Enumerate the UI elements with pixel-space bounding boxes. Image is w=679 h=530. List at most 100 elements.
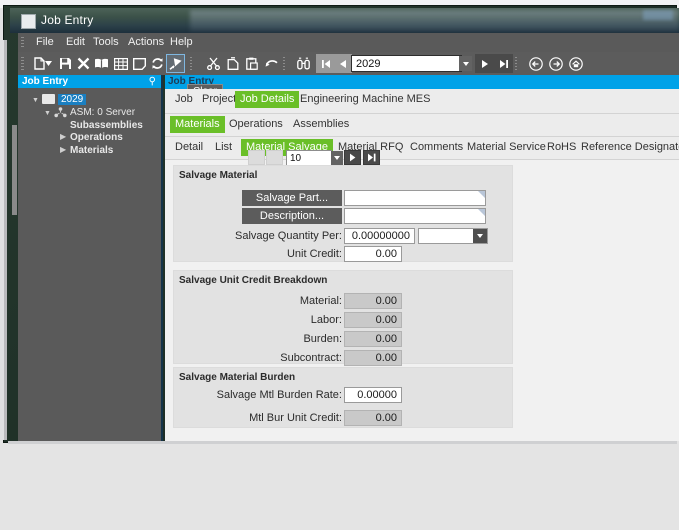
window-left-edge-inner <box>4 40 7 440</box>
salvage-part-input[interactable] <box>344 190 486 206</box>
home-icon[interactable] <box>566 54 585 73</box>
toolbar-separator-3 <box>515 57 517 70</box>
unit-credit-label: Unit Credit: <box>286 248 342 260</box>
window-title: Job Entry <box>41 13 94 27</box>
sidebar-header-label: Job Entry <box>22 76 69 87</box>
window-bottom-edge <box>8 441 677 444</box>
salvage-uom-dropdown-icon[interactable] <box>473 229 487 243</box>
tab-reference-designators[interactable]: Reference Designators <box>576 139 679 156</box>
tab-list[interactable]: List <box>210 139 237 156</box>
search-icon[interactable] <box>294 54 313 73</box>
tab-materials[interactable]: Materials <box>170 116 225 133</box>
salvage-description-corner-marker <box>478 209 485 216</box>
tree-item-operations[interactable]: Operations <box>70 132 123 143</box>
breakdown-labor-value: 0.00 <box>375 314 397 326</box>
menu-file[interactable]: File <box>36 36 54 48</box>
salvage-part-corner-marker <box>478 191 485 198</box>
tab-assemblies[interactable]: Assemblies <box>288 116 354 133</box>
menubar-grip[interactable] <box>21 37 24 49</box>
tab-engineering[interactable]: Engineering <box>295 91 364 108</box>
titlebar-ghost-overlay <box>190 10 679 31</box>
breakdown-subcontract-value-field: 0.00 <box>344 350 402 366</box>
menu-help[interactable]: Help <box>170 36 193 48</box>
window-minimize-button[interactable] <box>643 10 673 20</box>
record-nav-last-button[interactable] <box>363 150 380 165</box>
sidebar-header: Job Entry ⚲ <box>18 75 161 88</box>
breakdown-labor-value-field: 0.00 <box>344 312 402 328</box>
tab-machine-mes[interactable]: Machine MES <box>357 91 435 108</box>
tree-expander-materials[interactable]: ▶ <box>60 145 66 154</box>
delete-icon[interactable] <box>74 54 93 73</box>
tab-divider-3 <box>165 159 679 160</box>
tab-operations[interactable]: Operations <box>224 116 288 133</box>
tree-expander-asm[interactable]: ▼ <box>44 110 51 117</box>
tab-detail[interactable]: Detail <box>170 139 208 156</box>
mtl-bur-unit-credit-value-field: 0.00 <box>344 410 402 426</box>
breakdown-burden-value-field: 0.00 <box>344 331 402 347</box>
pin-icon[interactable]: ⚲ <box>149 76 156 87</box>
mtl-bur-unit-credit-label: Mtl Bur Unit Credit: <box>249 412 342 424</box>
tree-item-materials[interactable]: Materials <box>70 145 113 156</box>
breakdown-material-value: 0.00 <box>375 295 397 307</box>
nav-next-button[interactable] <box>475 54 494 73</box>
tab-job-details[interactable]: Job Details <box>235 91 300 108</box>
group-salvage-material-title: Salvage Material <box>179 170 258 181</box>
assembly-icon <box>54 107 67 118</box>
salvage-quantity-per-value: 0.00000000 <box>351 230 410 242</box>
record-key-dropdown-icon[interactable] <box>459 56 472 71</box>
grid-icon[interactable] <box>111 54 130 73</box>
breakdown-burden-label: Burden: <box>303 333 342 345</box>
salvage-mtl-burden-rate-input[interactable]: 0.00000 <box>344 387 402 403</box>
window-icon <box>21 14 36 29</box>
salvage-mtl-burden-rate-label: Salvage Mtl Burden Rate: <box>216 389 342 401</box>
toolbar-separator-2 <box>283 57 285 70</box>
paste-icon[interactable] <box>242 54 261 73</box>
salvage-quantity-per-input[interactable]: 0.00000000 <box>344 228 415 244</box>
salvage-description-lookup-button[interactable]: Description... <box>242 208 342 224</box>
tree-expander-operations[interactable]: ▶ <box>60 132 66 141</box>
unit-credit-value: 0.00 <box>375 248 397 260</box>
job-entry-window: Job Entry File Edit Tools Actions Help 2… <box>10 8 679 441</box>
tab-row-level3: Detail List Material Salvage Material RF… <box>165 137 679 159</box>
refresh-icon[interactable] <box>148 54 167 73</box>
tab-material-service[interactable]: Material Service <box>462 139 551 156</box>
group-material-burden-title: Salvage Material Burden <box>179 372 296 383</box>
new-dropdown-icon[interactable] <box>44 54 53 73</box>
save-icon[interactable] <box>56 54 75 73</box>
tree-item-subassemblies[interactable]: Subassemblies <box>70 120 143 131</box>
clear-icon[interactable] <box>166 54 185 73</box>
tree-item-job[interactable]: 2029 <box>58 94 87 105</box>
salvage-part-lookup-button[interactable]: Salvage Part... <box>242 190 342 206</box>
breakdown-material-value-field: 0.00 <box>344 293 402 309</box>
note-icon[interactable] <box>130 54 149 73</box>
record-nav-next-button[interactable] <box>344 150 361 165</box>
record-count-value: 10 <box>290 153 302 164</box>
window-titlebar[interactable]: Job Entry <box>10 8 679 33</box>
back-icon[interactable] <box>526 54 545 73</box>
salvage-description-input[interactable] <box>344 208 486 224</box>
tab-row-level2: Materials Operations Assemblies <box>165 114 679 136</box>
record-nav-first-button[interactable] <box>248 150 265 165</box>
menu-actions[interactable]: Actions <box>128 36 164 48</box>
tree-item-asm[interactable]: ASM: 0 Server <box>70 107 135 118</box>
tab-row-level1: Job Project Job Details Engineering Mach… <box>165 89 679 113</box>
salvage-mtl-burden-rate-value: 0.00000 <box>357 389 397 401</box>
unit-credit-input[interactable]: 0.00 <box>344 246 402 262</box>
tree-expander-2029[interactable]: ▼ <box>32 97 39 104</box>
copy-icon[interactable] <box>223 54 242 73</box>
sidebar-scrollbar[interactable] <box>12 125 17 215</box>
record-count-dropdown-icon[interactable] <box>331 151 343 165</box>
menu-tools[interactable]: Tools <box>93 36 119 48</box>
forward-icon[interactable] <box>546 54 565 73</box>
tab-job[interactable]: Job <box>170 91 198 108</box>
cut-icon[interactable] <box>204 54 223 73</box>
undo-icon[interactable] <box>262 54 281 73</box>
toolbar-grip[interactable] <box>21 57 24 71</box>
menu-edit[interactable]: Edit <box>66 36 85 48</box>
nav-prev-button[interactable] <box>333 54 352 73</box>
book-icon[interactable] <box>92 54 111 73</box>
folder-icon <box>42 94 55 104</box>
nav-last-button[interactable] <box>494 54 513 73</box>
tab-comments[interactable]: Comments <box>405 139 468 156</box>
record-nav-prev-button[interactable] <box>266 150 283 165</box>
